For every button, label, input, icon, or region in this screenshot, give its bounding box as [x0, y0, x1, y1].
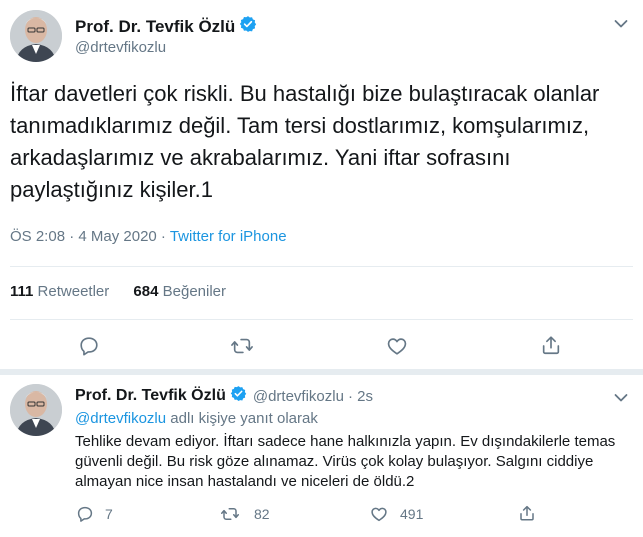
verified-badge-icon — [239, 15, 257, 38]
timestamp[interactable]: ÖS 2:08 · 4 May 2020 — [10, 228, 157, 245]
reply-count: 7 — [105, 506, 113, 522]
verified-badge-icon — [230, 385, 247, 407]
retweet-button[interactable] — [230, 335, 254, 357]
divider — [10, 266, 633, 267]
like-button[interactable]: 491 — [370, 505, 423, 523]
retweets-stat[interactable]: 111 Retweetler — [10, 283, 109, 300]
retweet-label: Retweetler — [37, 283, 110, 300]
meta-separator: · — [156, 228, 170, 245]
tweet-meta: ÖS 2:08 · 4 May 2020 · Twitter for iPhon… — [10, 228, 287, 245]
share-icon — [518, 504, 536, 522]
retweet-count: 82 — [254, 506, 270, 522]
retweet-button[interactable]: 82 — [220, 505, 270, 523]
reply-icon — [78, 335, 100, 357]
reply-to-mention[interactable]: @drtevfikozlu — [75, 410, 166, 427]
reply-author-row: Prof. Dr. Tevfik Özlü @drtevfikozlu · 2s — [75, 385, 373, 407]
retweet-icon — [230, 335, 254, 357]
retweet-icon — [220, 505, 240, 523]
thread-separator — [0, 369, 643, 375]
reply-text: Tehlike devam ediyor. İftarı sadece hane… — [75, 433, 616, 490]
likes-stat[interactable]: 684 Beğeniler — [133, 283, 226, 300]
retweet-count: 111 — [10, 283, 34, 300]
like-count: 491 — [400, 506, 424, 522]
reply-button[interactable]: 7 — [76, 505, 113, 523]
chevron-down-icon[interactable] — [614, 16, 628, 34]
author-row: Prof. Dr. Tevfik Özlü — [75, 15, 257, 38]
avatar[interactable] — [10, 10, 62, 62]
author-handle[interactable]: @drtevfikozlu — [253, 388, 344, 405]
share-icon — [540, 334, 562, 356]
chevron-down-icon[interactable] — [614, 390, 628, 408]
author-name[interactable]: Prof. Dr. Tevfik Özlü — [75, 17, 235, 37]
reply-to-suffix: adlı kişiye yanıt olarak — [166, 410, 318, 427]
share-button[interactable] — [518, 504, 536, 522]
author-name[interactable]: Prof. Dr. Tevfik Özlü — [75, 387, 226, 405]
engagement-stats: 111 Retweetler 684 Beğeniler — [10, 283, 226, 300]
like-count: 684 — [133, 283, 159, 300]
tweet-text: İftar davetleri çok riskli. Bu hastalığı… — [10, 81, 600, 202]
avatar[interactable] — [10, 384, 62, 436]
divider — [10, 319, 633, 320]
like-icon — [370, 505, 388, 523]
reply-icon — [76, 505, 94, 523]
share-button[interactable] — [540, 334, 562, 356]
time-ago[interactable]: · 2s — [348, 388, 373, 405]
like-icon — [386, 335, 408, 357]
like-label: Beğeniler — [162, 283, 227, 300]
author-handle[interactable]: @drtevfikozlu — [75, 39, 166, 56]
reply-context: @drtevfikozlu adlı kişiye yanıt olarak — [75, 410, 318, 427]
source-link[interactable]: Twitter for iPhone — [170, 228, 287, 245]
main-tweet: Prof. Dr. Tevfik Özlü @drtevfikozlu İfta… — [0, 0, 643, 372]
reply-button[interactable] — [78, 335, 100, 357]
like-button[interactable] — [386, 335, 408, 357]
